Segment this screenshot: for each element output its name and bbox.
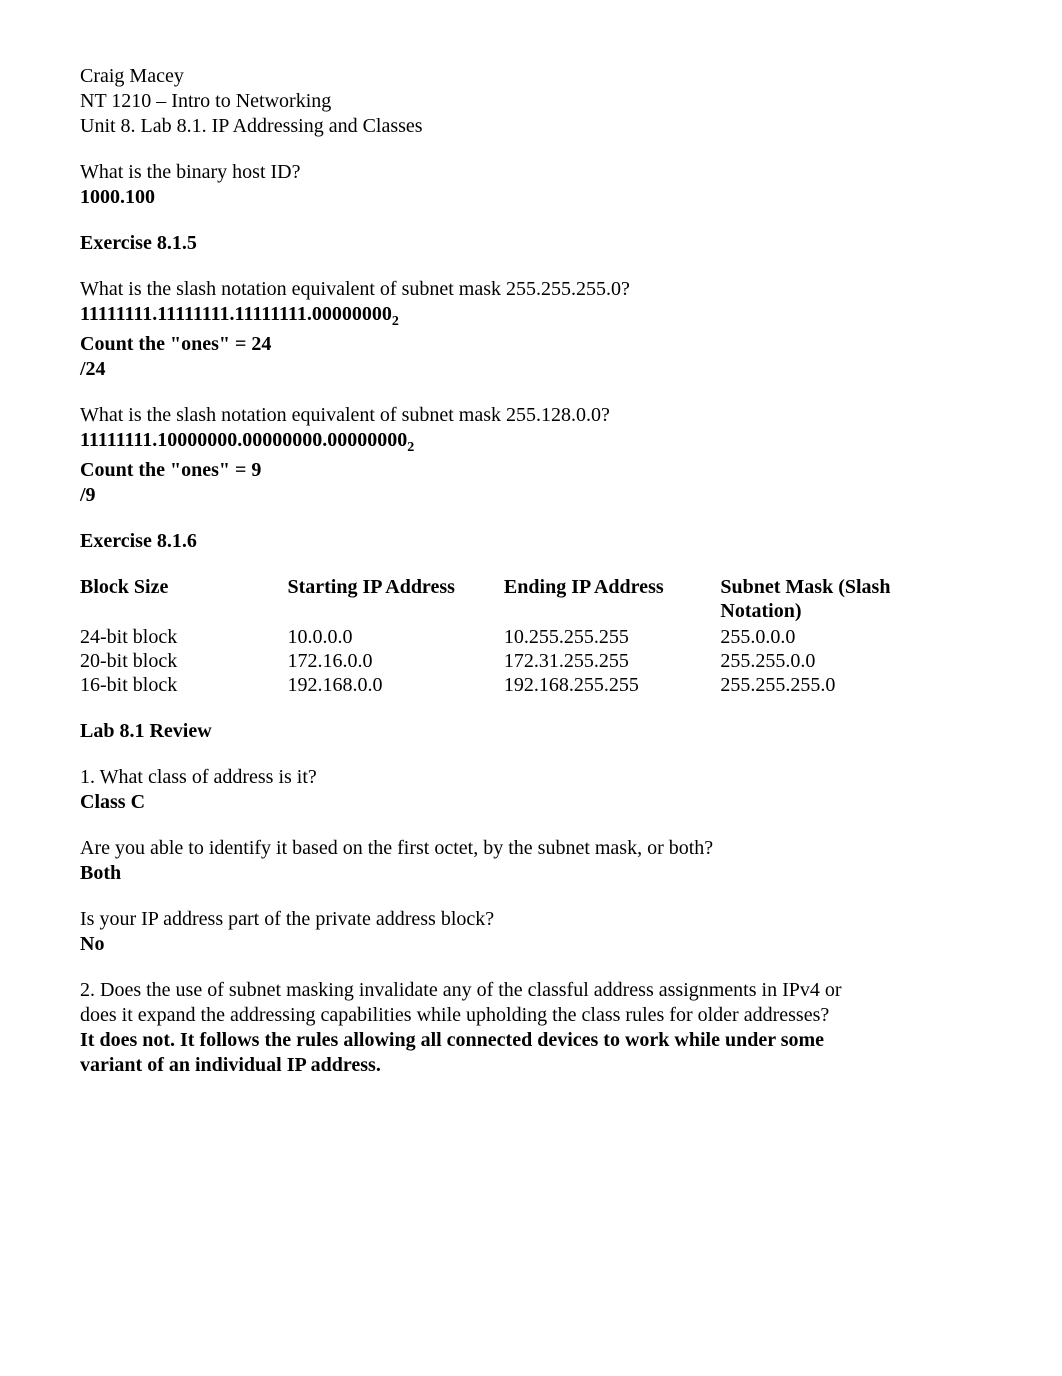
td-ending-ip: 172.31.255.255 (504, 649, 720, 673)
review-q4-answer1: It does not. It follows the rules allowi… (80, 1028, 982, 1052)
review-q4-block: 2. Does the use of subnet masking invali… (80, 978, 982, 1077)
review-q1-block: 1. What class of address is it? Class C (80, 765, 982, 814)
td-block-size: 16-bit block (80, 673, 287, 697)
ex815-q2-count: Count the "ones" = 9 (80, 458, 982, 482)
ex815-q2-binary-value: 11111111.10000000.00000000.00000000 (80, 429, 407, 451)
th-ending-ip: Ending IP Address (504, 575, 720, 625)
ex815-q2-subscript: 2 (407, 440, 414, 455)
td-subnet-mask: 255.255.255.0 (720, 673, 982, 697)
ex815-q1-question: What is the slash notation equivalent of… (80, 277, 982, 301)
th-subnet-mask-l2: Notation) (720, 599, 976, 623)
td-starting-ip: 10.0.0.0 (287, 625, 503, 649)
th-subnet-mask: Subnet Mask (Slash Notation) (720, 575, 982, 625)
host-id-question: What is the binary host ID? (80, 160, 982, 184)
td-ending-ip: 10.255.255.255 (504, 625, 720, 649)
th-starting-ip: Starting IP Address (287, 575, 503, 625)
review-q1-answer: Class C (80, 790, 982, 814)
review-heading: Lab 8.1 Review (80, 719, 982, 743)
td-subnet-mask: 255.255.0.0 (720, 649, 982, 673)
block-table: Block Size Starting IP Address Ending IP… (80, 575, 982, 697)
review-q2-block: Are you able to identify it based on the… (80, 836, 982, 885)
review-q4-line1: 2. Does the use of subnet masking invali… (80, 978, 982, 1002)
host-id-block: What is the binary host ID? 1000.100 (80, 160, 982, 209)
ex815-q2-answer: /9 (80, 483, 982, 507)
table-row: 20-bit block 172.16.0.0 172.31.255.255 2… (80, 649, 982, 673)
td-starting-ip: 172.16.0.0 (287, 649, 503, 673)
ex815-q2-binary: 11111111.10000000.00000000.000000002 (80, 428, 982, 457)
ex815-q1-binary: 11111111.11111111.11111111.000000002 (80, 302, 982, 331)
review-q3-block: Is your IP address part of the private a… (80, 907, 982, 956)
table-row: 16-bit block 192.168.0.0 192.168.255.255… (80, 673, 982, 697)
review-q2-answer: Both (80, 861, 982, 885)
ex815-q1-subscript: 2 (392, 314, 399, 329)
th-block-size: Block Size (80, 575, 287, 625)
td-block-size: 20-bit block (80, 649, 287, 673)
page-header: Craig Macey NT 1210 – Intro to Networkin… (80, 64, 982, 138)
ex815-q1-answer: /24 (80, 357, 982, 381)
review-q3-question: Is your IP address part of the private a… (80, 907, 982, 931)
review-q1-question: 1. What class of address is it? (80, 765, 982, 789)
table-header-row: Block Size Starting IP Address Ending IP… (80, 575, 982, 625)
td-subnet-mask: 255.0.0.0 (720, 625, 982, 649)
review-q2-question: Are you able to identify it based on the… (80, 836, 982, 860)
host-id-answer: 1000.100 (80, 185, 982, 209)
td-starting-ip: 192.168.0.0 (287, 673, 503, 697)
author-line: Craig Macey (80, 64, 982, 88)
exercise-816-heading: Exercise 8.1.6 (80, 529, 982, 553)
course-line: NT 1210 – Intro to Networking (80, 89, 982, 113)
unit-line: Unit 8. Lab 8.1. IP Addressing and Class… (80, 114, 982, 138)
td-ending-ip: 192.168.255.255 (504, 673, 720, 697)
td-block-size: 24-bit block (80, 625, 287, 649)
exercise-815-heading: Exercise 8.1.5 (80, 231, 982, 255)
ex815-q1-count: Count the "ones" = 24 (80, 332, 982, 356)
ex815-q1-binary-value: 11111111.11111111.11111111.00000000 (80, 303, 392, 325)
review-q3-answer: No (80, 932, 982, 956)
th-subnet-mask-l1: Subnet Mask (Slash (720, 575, 976, 599)
review-q4-answer2: variant of an individual IP address. (80, 1053, 982, 1077)
ex815-q2-block: What is the slash notation equivalent of… (80, 403, 982, 507)
ex815-q1-block: What is the slash notation equivalent of… (80, 277, 982, 381)
review-q4-line2: does it expand the addressing capabiliti… (80, 1003, 982, 1027)
table-row: 24-bit block 10.0.0.0 10.255.255.255 255… (80, 625, 982, 649)
ex815-q2-question: What is the slash notation equivalent of… (80, 403, 982, 427)
